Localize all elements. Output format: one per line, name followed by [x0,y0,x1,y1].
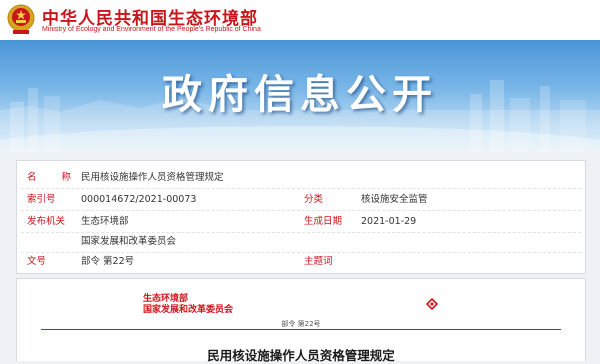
category-label: 分类 [304,194,324,205]
category-value: 核设施安全监管 [361,194,428,205]
index-value: 000014672/2021-00073 [81,194,197,205]
index-label: 索引号 [27,194,56,205]
document-info-table: 名称 民用核设施操作人员资格管理规定 索引号 000014672/2021-00… [16,160,586,274]
info-row-index: 索引号 000014672/2021-00073 分类 核设施安全监管 [21,189,581,211]
issuer-label: 发布机关 [27,216,66,227]
name-label: 名称 [27,172,71,183]
info-row-issuer-2: 国家发展和改革委员会 [21,231,581,253]
issuer-value-1: 生态环境部 [81,216,129,227]
red-divider [41,329,561,330]
doc-no-label: 文号 [27,256,47,267]
banner-title: 政府信息公开 [162,72,438,118]
ministry-name-en: Ministry of Ecology and Environment of t… [42,26,261,33]
info-row-issuer: 发布机关 生态环境部 生成日期 2021-01-29 [21,211,581,233]
info-row-docno: 文号 部令 第22号 主题词 [21,251,581,272]
date-value: 2021-01-29 [361,216,417,227]
doc-order-number: 部令 第22号 [281,320,321,328]
national-emblem-icon[interactable] [6,3,36,35]
doc-issuer-2: 国家发展和改革委员会 [143,305,234,315]
name-value: 民用核设施操作人员资格管理规定 [81,172,224,183]
doc-title: 民用核设施操作人员资格管理规定 [207,348,395,363]
info-row-name: 名称 民用核设施操作人员资格管理规定 [21,167,581,189]
doc-no-value: 部令 第22号 [81,256,135,267]
document-preview: 生态环境部 国家发展和改革委员会 部令 第22号 民用核设施操作人员资格管理规定 [16,278,586,363]
keywords-label: 主题词 [304,256,333,267]
date-label: 生成日期 [304,216,343,227]
issuer-value-2: 国家发展和改革委员会 [81,236,177,247]
seal-mark-icon [426,298,438,310]
site-header: 中华人民共和国生态环境部 Ministry of Ecology and Env… [0,0,600,40]
page-banner: 政府信息公开 [0,40,600,152]
